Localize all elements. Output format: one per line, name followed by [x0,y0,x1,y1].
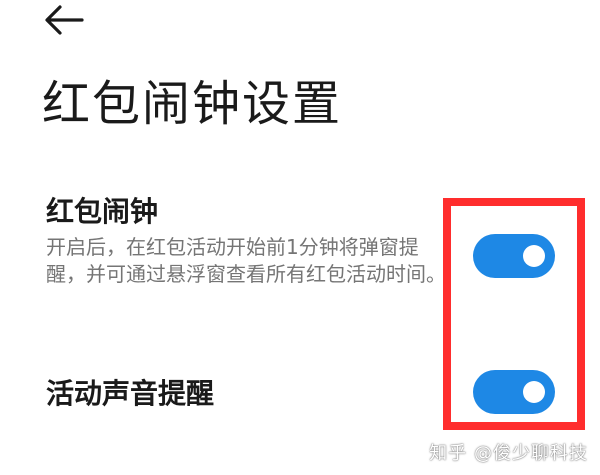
sound-reminder-toggle[interactable] [473,370,555,414]
setting-row-red-packet-alarm: 红包闹钟 开启后，在红包活动开始前1分钟将弹窗提醒，并可通过悬浮窗查看所有红包活… [0,190,600,330]
page-title: 红包闹钟设置 [42,76,343,132]
back-button[interactable] [38,0,88,40]
red-packet-alarm-toggle[interactable] [473,234,555,278]
arrow-left-icon [38,0,88,40]
setting-row-sound-reminder: 活动声音提醒 [0,370,600,430]
toggle-knob [523,381,545,403]
setting-label: 活动声音提醒 [46,377,215,410]
setting-description: 开启后，在红包活动开始前1分钟将弹窗提醒，并可通过悬浮窗查看所有红包活动时间。 [46,235,446,286]
watermark: 知乎 @俊少聊科技 [429,443,588,464]
setting-label: 红包闹钟 [46,195,159,228]
toggle-knob [523,245,545,267]
